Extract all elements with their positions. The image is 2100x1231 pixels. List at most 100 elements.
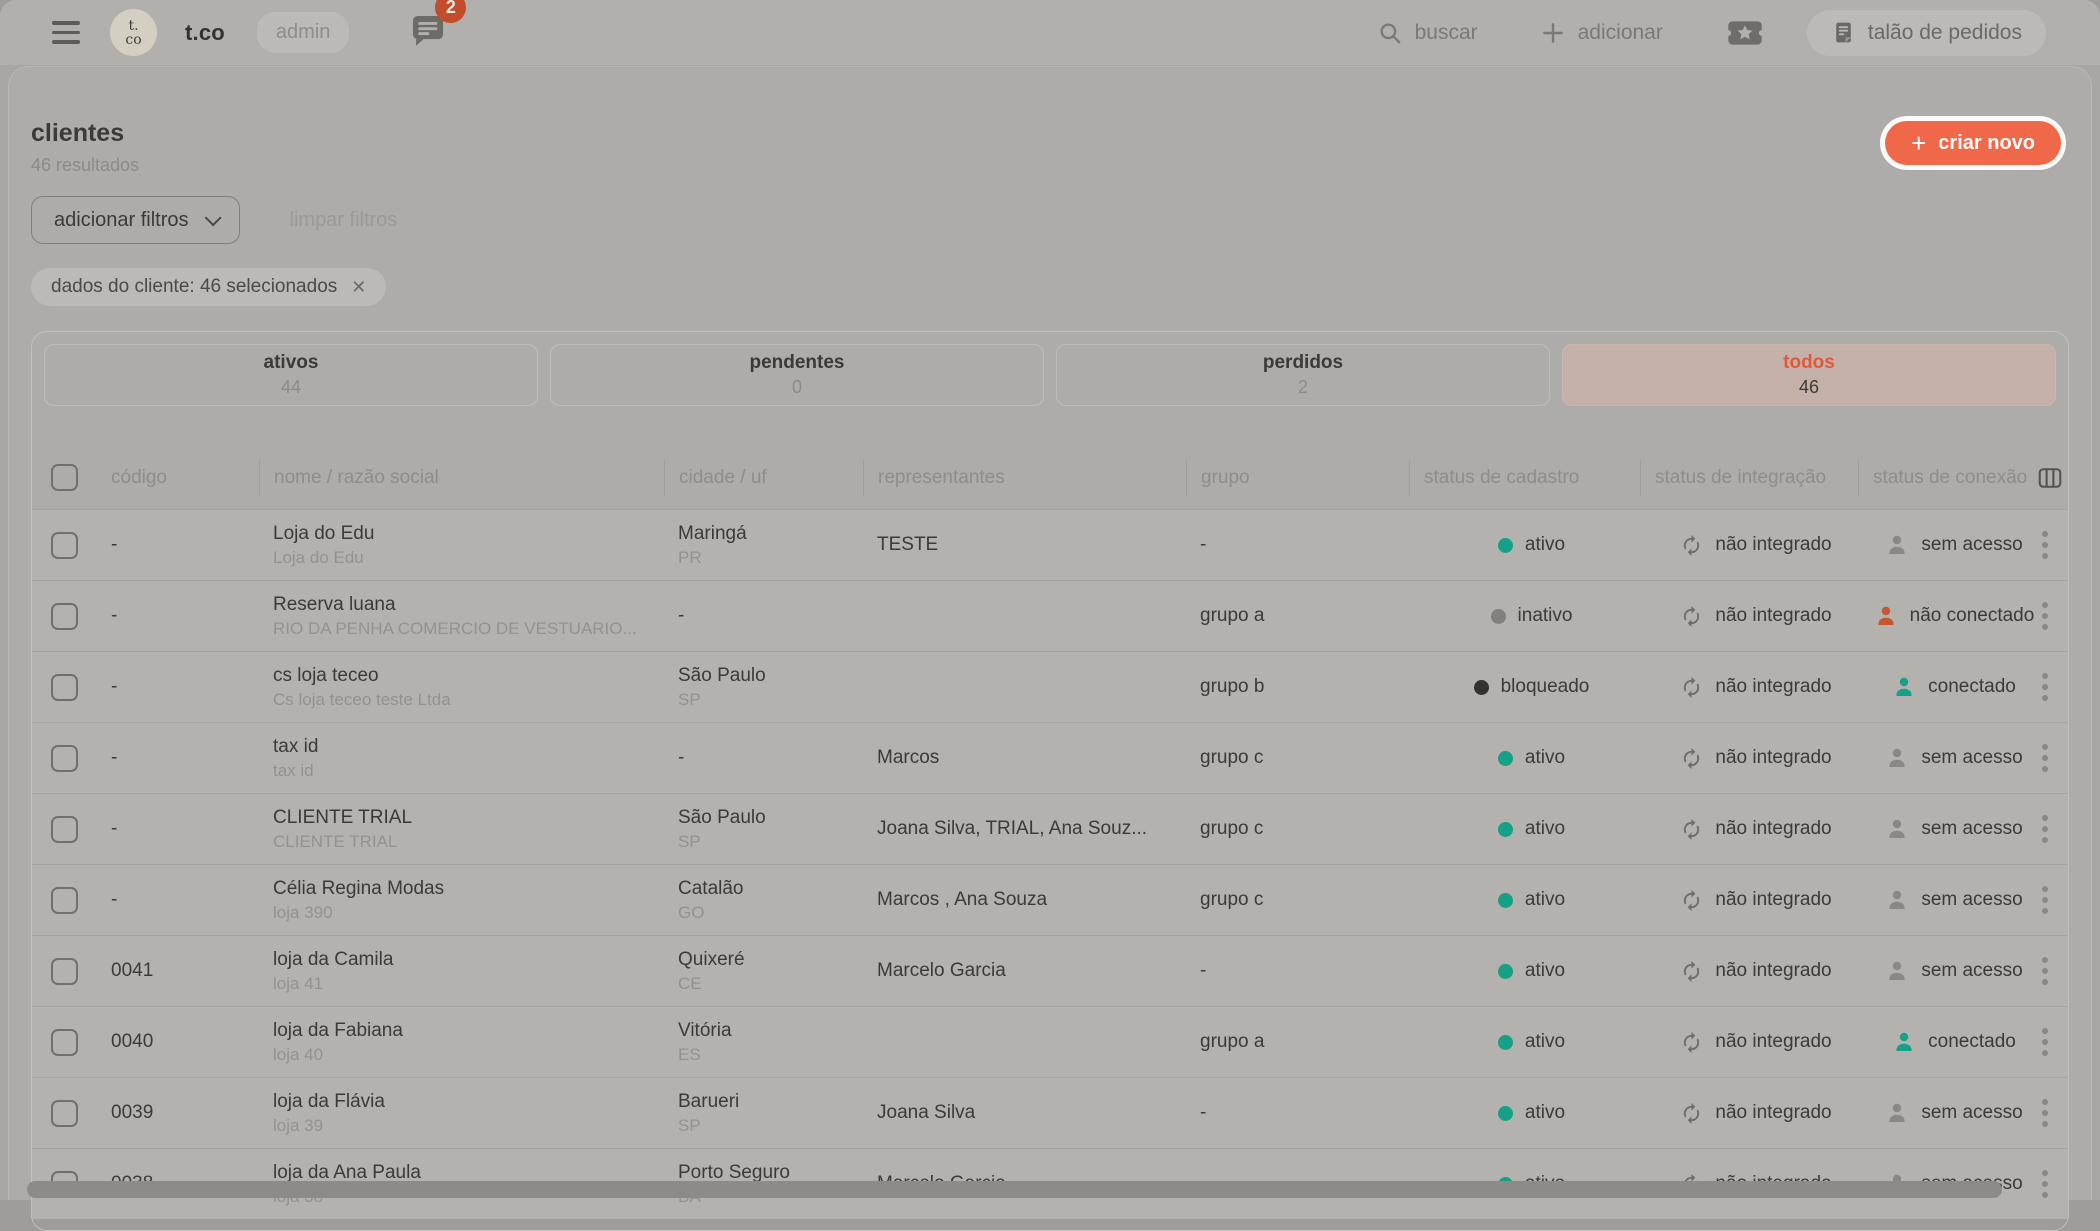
add-filters-button[interactable]: adicionar filtros — [31, 196, 240, 244]
order-pad-button[interactable]: talão de pedidos — [1807, 10, 2046, 56]
table-row[interactable]: - Célia Regina Modas loja 390 Catalão GO… — [32, 864, 2068, 935]
status-dot-icon — [1491, 609, 1506, 624]
row-menu-kebab-icon[interactable] — [2038, 1166, 2052, 1202]
sync-icon — [1680, 534, 1703, 557]
cell-status-conexao: sem acesso — [1858, 794, 2036, 864]
cell-representantes: TESTE — [863, 510, 1186, 580]
messages-button[interactable]: 2 — [407, 9, 449, 56]
status-dot-icon — [1498, 1035, 1513, 1050]
person-icon — [1892, 1030, 1916, 1054]
status-dot-icon — [1498, 964, 1513, 979]
cell-nome-razao: loja da Flávia loja 39 — [259, 1078, 664, 1148]
tab-ativos[interactable]: ativos 44 — [44, 344, 538, 406]
tab-perdidos[interactable]: perdidos 2 — [1056, 344, 1550, 406]
cell-codigo: - — [97, 865, 259, 935]
row-checkbox[interactable] — [51, 887, 78, 914]
row-checkbox[interactable] — [51, 816, 78, 843]
table-row[interactable]: 0039 loja da Flávia loja 39 Barueri SP J… — [32, 1077, 2068, 1148]
row-menu-kebab-icon[interactable] — [2038, 740, 2052, 776]
person-icon — [1885, 817, 1909, 841]
tab-pendentes[interactable]: pendentes 0 — [550, 344, 1044, 406]
cell-status-integracao: não integrado — [1640, 581, 1858, 651]
row-checkbox[interactable] — [51, 958, 78, 985]
col-status-conexao[interactable]: status de conexão — [1858, 460, 2036, 496]
cell-grupo: - — [1186, 936, 1409, 1006]
cell-cidade-uf: Catalão GO — [664, 865, 863, 935]
messages-badge: 2 — [435, 0, 466, 23]
row-menu-kebab-icon[interactable] — [2038, 598, 2052, 634]
topbar: t. co t.co admin 2 buscar adicionar — [0, 0, 2100, 66]
main-panel: clientes 46 resultados + criar novo adic… — [8, 66, 2092, 1200]
row-checkbox[interactable] — [51, 674, 78, 701]
brand-name: t.co — [185, 20, 225, 46]
create-new-button[interactable]: + criar novo — [1885, 121, 2061, 165]
cell-status-cadastro: ativo — [1409, 510, 1640, 580]
table-row[interactable]: - Loja do Edu Loja do Edu Maringá PR TES… — [32, 509, 2068, 580]
cell-status-conexao: sem acesso — [1858, 510, 2036, 580]
add-label: adicionar — [1578, 21, 1663, 45]
table-row[interactable]: 0040 loja da Fabiana loja 40 Vitória ES … — [32, 1006, 2068, 1077]
cell-representantes: Marcos — [863, 723, 1186, 793]
cell-status-cadastro: ativo — [1409, 936, 1640, 1006]
table-row[interactable]: - tax id tax id - Marcos grupo c — [32, 722, 2068, 793]
menu-hamburger-icon[interactable] — [52, 21, 80, 44]
row-menu-kebab-icon[interactable] — [2038, 1095, 2052, 1131]
row-menu-kebab-icon[interactable] — [2038, 953, 2052, 989]
row-menu-kebab-icon[interactable] — [2038, 527, 2052, 563]
filter-chip[interactable]: dados do cliente: 46 selecionados ✕ — [31, 268, 386, 306]
horizontal-scrollbar[interactable] — [27, 1181, 2002, 1198]
chevron-down-icon — [204, 209, 221, 226]
cell-status-cadastro: bloqueado — [1409, 652, 1640, 722]
add-button[interactable]: adicionar — [1540, 20, 1663, 46]
col-representantes[interactable]: representantes — [863, 460, 1186, 496]
sync-icon — [1680, 1031, 1703, 1054]
cell-status-cadastro: ativo — [1409, 865, 1640, 935]
table-row[interactable]: 0041 loja da Camila loja 41 Quixeré CE M… — [32, 935, 2068, 1006]
col-grupo[interactable]: grupo — [1186, 460, 1409, 496]
search-button[interactable]: buscar — [1377, 20, 1478, 46]
brand-logo[interactable]: t. co — [110, 9, 157, 56]
select-all-checkbox[interactable] — [51, 464, 78, 491]
row-checkbox[interactable] — [51, 532, 78, 559]
chip-close-icon[interactable]: ✕ — [351, 277, 366, 298]
clients-table-card: ativos 44 pendentes 0 perdidos 2 todos 4… — [31, 331, 2069, 1231]
cell-codigo: - — [97, 794, 259, 864]
row-checkbox[interactable] — [51, 745, 78, 772]
sync-icon — [1680, 605, 1703, 628]
status-dot-icon — [1498, 751, 1513, 766]
table-row[interactable]: - cs loja teceo Cs loja teceo teste Ltda… — [32, 651, 2068, 722]
sync-icon — [1680, 960, 1703, 983]
cell-status-integracao: não integrado — [1640, 794, 1858, 864]
row-menu-kebab-icon[interactable] — [2038, 811, 2052, 847]
cell-nome-razao: CLIENTE TRIAL CLIENTE TRIAL — [259, 794, 664, 864]
row-menu-kebab-icon[interactable] — [2038, 669, 2052, 705]
row-menu-kebab-icon[interactable] — [2038, 882, 2052, 918]
row-checkbox[interactable] — [51, 1100, 78, 1127]
cell-status-integracao: não integrado — [1640, 723, 1858, 793]
person-icon — [1885, 959, 1909, 983]
clear-filters-button[interactable]: limpar filtros — [290, 209, 398, 232]
status-dot-icon — [1498, 1106, 1513, 1121]
col-nome[interactable]: nome / razão social — [259, 460, 664, 496]
col-codigo[interactable]: código — [97, 460, 259, 496]
status-dot-icon — [1474, 680, 1489, 695]
row-menu-kebab-icon[interactable] — [2038, 1024, 2052, 1060]
search-icon — [1377, 20, 1403, 46]
row-checkbox[interactable] — [51, 1029, 78, 1056]
tab-todos[interactable]: todos 46 — [1562, 344, 2056, 406]
column-settings-icon[interactable] — [2036, 464, 2064, 492]
cell-nome-razao: loja da Camila loja 41 — [259, 936, 664, 1006]
cell-grupo: grupo c — [1186, 794, 1409, 864]
favorites-button[interactable] — [1725, 13, 1765, 53]
row-checkbox[interactable] — [51, 603, 78, 630]
table-row[interactable]: - Reserva luana RIO DA PENHA COMERCIO DE… — [32, 580, 2068, 651]
plus-icon: + — [1911, 130, 1926, 156]
col-status-integracao[interactable]: status de integração — [1640, 460, 1858, 496]
results-count: 46 resultados — [31, 155, 2069, 176]
col-cidade[interactable]: cidade / uf — [664, 460, 863, 496]
cell-representantes: Marcelo Garcia — [863, 936, 1186, 1006]
page-title: clientes — [31, 119, 2069, 148]
table-row[interactable]: - CLIENTE TRIAL CLIENTE TRIAL São Paulo … — [32, 793, 2068, 864]
col-status-cadastro[interactable]: status de cadastro — [1409, 460, 1640, 496]
cell-status-integracao: não integrado — [1640, 936, 1858, 1006]
